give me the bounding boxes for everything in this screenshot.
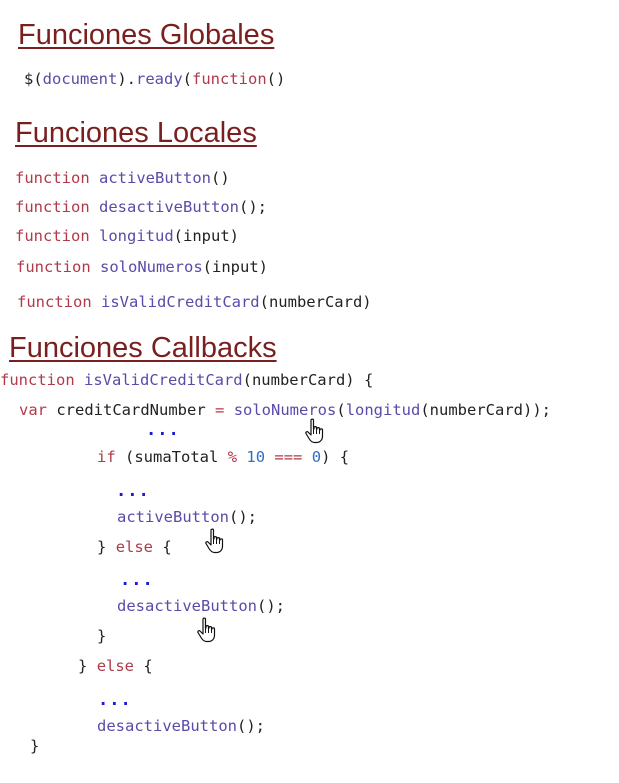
code-token: longitud (99, 227, 174, 245)
code-token: (sumaTotal (125, 448, 219, 466)
code-line-closing-brace: } (30, 736, 39, 756)
code-line-else: } else { (97, 537, 172, 557)
code-token: longitud (345, 401, 421, 419)
code-line-local-function: function isValidCreditCard(numberCard) (17, 292, 372, 312)
heading-funciones-callbacks: Funciones Callbacks (9, 332, 277, 364)
code-token: % (227, 448, 238, 466)
code-line-local-function: function activeButton() (15, 168, 230, 188)
code-token: ( (336, 401, 346, 419)
code-token: var (19, 401, 47, 419)
heading-funciones-locales: Funciones Locales (15, 117, 257, 149)
code-token: function (17, 293, 92, 311)
code-token: isValidCreditCard (84, 371, 243, 389)
code-line-function-declaration: function isValidCreditCard(numberCard) { (0, 370, 373, 390)
ellipsis-marker: ... (146, 420, 180, 440)
code-token: function (15, 227, 90, 245)
code-token: { (143, 657, 153, 675)
code-token: ) { (321, 448, 350, 466)
code-token: (); (228, 508, 257, 526)
code-line-local-function: function longitud(input) (15, 226, 239, 246)
code-token: isValidCreditCard (101, 293, 260, 311)
code-token: (numberCard)); (420, 401, 551, 419)
ellipsis-marker: ... (116, 481, 150, 501)
code-token: soloNumeros (233, 401, 337, 419)
code-token: function (0, 371, 75, 389)
hand-pointer-icon (205, 528, 224, 554)
code-token: { (162, 538, 172, 556)
code-token: 10 (246, 448, 266, 466)
code-token: (); (256, 597, 285, 615)
ellipsis-marker: ... (98, 690, 132, 710)
code-line-else: } else { (78, 656, 153, 676)
hand-pointer-icon (305, 418, 324, 444)
code-token: } (97, 538, 107, 556)
code-token: (input) (173, 227, 239, 245)
code-line-if-statement: if (sumaTotal % 10 === 0) { (97, 447, 349, 467)
heading-funciones-globales: Funciones Globales (18, 19, 275, 51)
code-token: (); (238, 198, 267, 216)
code-line-call-desactive-button: desactiveButton(); (97, 716, 265, 736)
code-line-call-desactive-button: desactiveButton(); (117, 596, 285, 616)
code-token: function (16, 258, 91, 276)
code-token: (numberCard) { (242, 371, 374, 389)
code-token: === (274, 448, 303, 466)
code-line-document-ready: $(document).ready(function() (24, 69, 285, 89)
code-token: = (215, 401, 225, 419)
code-token: function (15, 169, 90, 187)
hand-pointer-icon (197, 617, 216, 643)
code-token: () (266, 70, 286, 88)
code-token: } (30, 737, 40, 755)
code-token: function (192, 70, 267, 88)
code-token: $( (24, 70, 43, 88)
ellipsis-marker: ... (120, 570, 154, 590)
code-token: desactiveButton (99, 198, 239, 216)
code-line-var-assignment: var creditCardNumber = soloNumeros(longi… (19, 400, 551, 420)
code-token: 0 (311, 448, 322, 466)
code-token: (numberCard) (259, 293, 372, 311)
code-token: else (115, 538, 154, 556)
code-token: () (210, 169, 230, 187)
code-token: } (97, 627, 107, 645)
code-line-closing-brace: } (97, 626, 106, 646)
code-token: (input) (202, 258, 268, 276)
code-token: desactiveButton (97, 717, 237, 735)
code-line-call-active-button: activeButton(); (117, 507, 257, 527)
code-token: ready (136, 70, 183, 88)
code-token: if (97, 448, 116, 466)
code-token: desactiveButton (117, 597, 257, 615)
code-token: activeButton (99, 169, 211, 187)
code-token: } (78, 657, 88, 675)
code-token: else (96, 657, 135, 675)
code-token: function (15, 198, 90, 216)
code-token: creditCardNumber (56, 401, 206, 419)
code-token: document (42, 70, 118, 88)
code-token: soloNumeros (100, 258, 203, 276)
code-token: ). (117, 70, 136, 88)
code-line-local-function: function desactiveButton(); (15, 197, 267, 217)
code-token: ( (182, 70, 193, 88)
code-token: activeButton (117, 508, 229, 526)
code-line-local-function: function soloNumeros(input) (16, 257, 268, 277)
code-token: (); (236, 717, 265, 735)
